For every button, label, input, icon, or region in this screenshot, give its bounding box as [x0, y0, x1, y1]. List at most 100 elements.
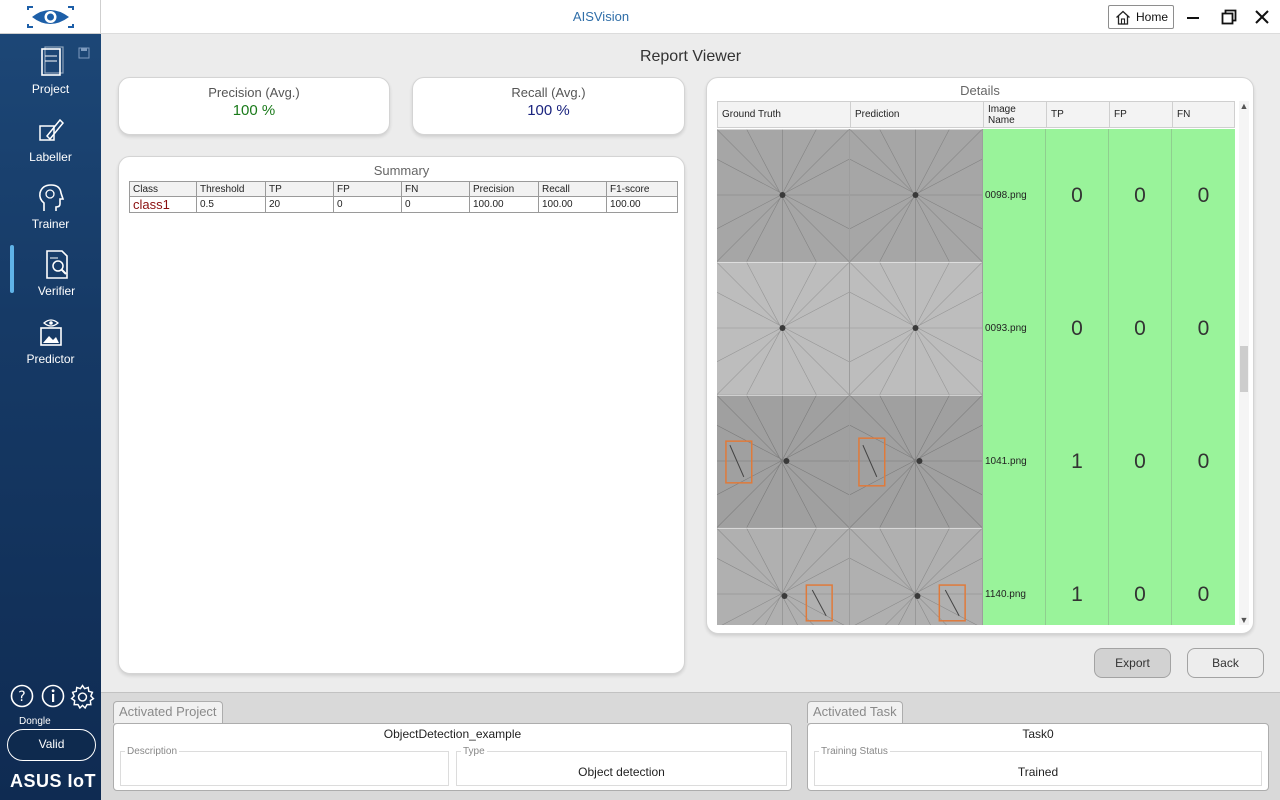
- save-icon[interactable]: [78, 47, 90, 59]
- summary-col-fp: FP: [333, 181, 402, 197]
- dongle-label: Dongle: [19, 716, 51, 727]
- ground-truth-thumbnail[interactable]: [717, 528, 850, 625]
- home-icon: [1116, 10, 1130, 25]
- fn-cell: 0: [1172, 528, 1235, 625]
- details-col-prediction: Prediction: [851, 102, 984, 127]
- summary-table: Class Threshold TP FP FN Precision Recal…: [129, 181, 678, 213]
- labeller-icon: [38, 118, 64, 141]
- summary-col-threshold: Threshold: [196, 181, 266, 197]
- task-name: Task0: [1022, 727, 1054, 741]
- sidebar-item-label: Trainer: [31, 217, 70, 231]
- summary-cell-fn: 0: [401, 196, 470, 213]
- sidebar-item-label: Verifier: [37, 284, 76, 298]
- export-button[interactable]: Export: [1094, 648, 1171, 678]
- scroll-down-icon[interactable]: ▼: [1239, 615, 1249, 625]
- page-title: Report Viewer: [639, 48, 742, 65]
- activated-task-tab[interactable]: Activated Task: [807, 701, 903, 723]
- trainer-icon: [38, 184, 64, 211]
- scroll-up-icon[interactable]: ▲: [1239, 101, 1249, 111]
- sidebar-item-labeller[interactable]: Labeller: [0, 108, 101, 172]
- image-name-cell: 1041.png: [983, 395, 1046, 528]
- project-icon: [40, 46, 64, 76]
- info-icon[interactable]: [41, 684, 65, 708]
- summary-col-class: Class: [129, 181, 197, 197]
- prediction-thumbnail[interactable]: [850, 129, 983, 262]
- recall-card: Recall (Avg.) 100 %: [412, 77, 685, 135]
- back-button[interactable]: Back: [1187, 648, 1264, 678]
- scroll-thumb[interactable]: [1240, 346, 1248, 392]
- image-name-cell: 0098.png: [983, 129, 1046, 262]
- summary-col-tp: TP: [265, 181, 334, 197]
- app-logo: [0, 0, 101, 34]
- recall-label: Recall (Avg.): [511, 85, 586, 100]
- sidebar: Project Labeller Trainer Verifier Predic…: [0, 0, 101, 800]
- summary-cell-fp: 0: [333, 196, 402, 213]
- summary-card: Summary Class Threshold TP FP FN Precisi…: [118, 156, 685, 674]
- table-row[interactable]: 1041.png 1 0 0: [717, 395, 1235, 528]
- project-name: ObjectDetection_example: [383, 727, 522, 741]
- details-card: Details Ground Truth Prediction Image Na…: [706, 77, 1254, 634]
- sidebar-item-predictor[interactable]: Predictor: [0, 310, 101, 374]
- summary-cell-precision: 100.00: [469, 196, 539, 213]
- details-scrollbar[interactable]: ▲ ▼: [1239, 101, 1249, 625]
- verifier-icon: [45, 250, 68, 279]
- predictor-icon: [39, 319, 62, 346]
- fn-cell: 0: [1172, 395, 1235, 528]
- sidebar-item-verifier[interactable]: Verifier: [6, 242, 107, 306]
- home-button[interactable]: Home: [1108, 5, 1174, 29]
- fp-cell: 0: [1109, 528, 1172, 625]
- status-panel: Activated Project ObjectDetection_exampl…: [101, 692, 1280, 800]
- summary-col-fn: FN: [401, 181, 470, 197]
- fp-cell: 0: [1109, 395, 1172, 528]
- sidebar-item-label: Predictor: [26, 352, 75, 366]
- sidebar-item-trainer[interactable]: Trainer: [0, 175, 101, 239]
- table-row[interactable]: class1 0.5 20 0 0 100.00 100.00 100.00: [129, 196, 678, 213]
- dongle-status-button[interactable]: Valid: [7, 729, 96, 761]
- minimize-icon[interactable]: [1184, 8, 1202, 26]
- table-row[interactable]: 1140.png 1 0 0: [717, 528, 1235, 625]
- home-button-label: Home: [1136, 10, 1169, 24]
- summary-cell-tp: 20: [265, 196, 334, 213]
- activated-project-tab[interactable]: Activated Project: [113, 701, 223, 723]
- summary-col-f1: F1-score: [606, 181, 678, 197]
- details-grid[interactable]: Ground Truth Prediction Image Name TP FP…: [717, 101, 1235, 625]
- fp-cell: 0: [1109, 129, 1172, 262]
- precision-value: 100 %: [232, 102, 276, 119]
- title-bar: AISVision Home: [101, 0, 1280, 34]
- prediction-thumbnail[interactable]: [850, 262, 983, 395]
- ground-truth-thumbnail[interactable]: [717, 395, 850, 528]
- details-col-tp: TP: [1047, 102, 1110, 127]
- summary-cell-class: class1: [129, 196, 197, 213]
- image-name-cell: 1140.png: [983, 528, 1046, 625]
- restore-icon[interactable]: [1220, 8, 1238, 26]
- fn-cell: 0: [1172, 129, 1235, 262]
- precision-card: Precision (Avg.) 100 %: [118, 77, 390, 135]
- summary-cell-threshold: 0.5: [196, 196, 266, 213]
- description-label: Description: [125, 746, 180, 757]
- summary-col-recall: Recall: [538, 181, 607, 197]
- settings-gear-icon[interactable]: [70, 684, 95, 709]
- table-row[interactable]: 0098.png 0 0 0: [717, 129, 1235, 262]
- details-title: Details: [960, 83, 1000, 98]
- table-row[interactable]: 0093.png 0 0 0: [717, 262, 1235, 395]
- prediction-thumbnail[interactable]: [850, 395, 983, 528]
- app-title: AISVision: [572, 9, 630, 24]
- activated-task-panel: Task0 Training Status Trained: [807, 723, 1269, 791]
- summary-cell-f1: 100.00: [606, 196, 678, 213]
- summary-col-precision: Precision: [469, 181, 539, 197]
- close-icon[interactable]: [1253, 8, 1271, 26]
- summary-cell-recall: 100.00: [538, 196, 607, 213]
- precision-label: Precision (Avg.): [208, 85, 300, 100]
- prediction-thumbnail[interactable]: [850, 528, 983, 625]
- details-col-fn: FN: [1177, 109, 1191, 120]
- details-col-ground-truth: Ground Truth: [718, 102, 851, 127]
- fn-cell: 0: [1172, 262, 1235, 395]
- sidebar-utility-icons: ?: [10, 684, 96, 712]
- ground-truth-thumbnail[interactable]: [717, 129, 850, 262]
- ground-truth-thumbnail[interactable]: [717, 262, 850, 395]
- type-value: Object detection: [578, 765, 665, 779]
- training-status-value: Trained: [1017, 765, 1059, 779]
- help-icon[interactable]: ?: [10, 684, 34, 708]
- fp-cell: 0: [1109, 262, 1172, 395]
- training-status-label: Training Status: [819, 746, 890, 757]
